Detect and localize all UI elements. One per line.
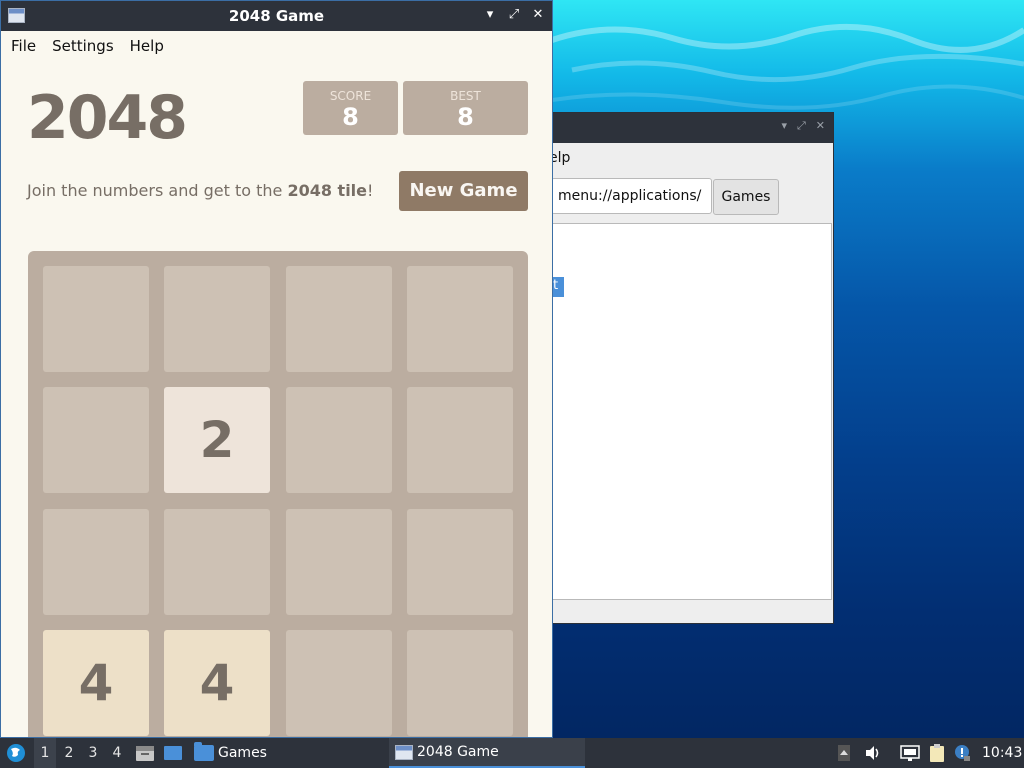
menu-settings[interactable]: Settings [46,37,120,61]
file-manager-titlebar[interactable]: ▾ ⤢ ✕ [541,113,833,143]
tile-empty [407,266,513,372]
intro-suffix: ! [367,181,374,200]
clipboard-icon [930,744,944,762]
clock[interactable]: 10:43 [982,738,1022,768]
workspace-2[interactable]: 2 [58,738,80,768]
network-icon [900,745,920,761]
tile-empty [286,266,392,372]
maximize-icon[interactable]: ⤢ [797,119,806,133]
tile-2: 2 [164,387,270,493]
best-value: 8 [457,103,474,131]
maximize-icon[interactable]: ⤢ [508,7,520,22]
score-label: SCORE [329,89,372,103]
game-intro: Join the numbers and get to the 2048 til… [27,181,373,200]
task-2048-game[interactable]: 2048 Game [389,738,585,768]
location-input[interactable]: menu://applications/ [551,178,712,214]
tile-empty [407,509,513,615]
tile-empty [43,387,149,493]
clipboard-indicator[interactable] [926,738,948,768]
tile-empty [407,630,513,736]
volume-icon [866,746,879,760]
intro-text: Join the numbers and get to the [27,181,288,200]
file-manager-icon [136,746,154,761]
close-icon[interactable]: ✕ [816,119,825,133]
window-icon [395,744,413,760]
wallpaper-waves [552,23,1024,110]
task-label: 2048 Game [417,744,499,760]
minimize-icon[interactable]: ▾ [781,119,787,133]
tile-4: 4 [43,630,149,736]
desktop-icon [164,746,182,760]
new-game-button[interactable]: New Game [399,171,528,211]
tile-4: 4 [164,630,270,736]
tile-empty [164,266,270,372]
start-menu-button[interactable] [4,738,28,768]
score-box: SCORE 8 [303,81,398,135]
best-box: BEST 8 [403,81,528,135]
game-heading: 2048 [27,83,188,153]
file-manager-menubar: elp [541,143,833,173]
tile-empty [164,509,270,615]
file-view[interactable]: t [541,223,832,600]
menu-help[interactable]: Help [124,37,170,61]
game-menubar: File Settings Help [1,31,552,61]
notification-indicator[interactable] [952,738,974,768]
games-folder-launcher[interactable]: Games [194,738,267,768]
close-icon[interactable]: ✕ [532,7,544,22]
network-indicator[interactable] [898,738,922,768]
best-label: BEST [450,89,481,103]
game-board[interactable]: 2 4 4 [28,251,528,737]
score-value: 8 [342,103,359,131]
minimize-icon[interactable]: ▾ [484,7,496,22]
workspace-3[interactable]: 3 [82,738,104,768]
intro-bold: 2048 tile [287,181,368,200]
chevron-up-icon [838,745,850,761]
tile-empty [43,509,149,615]
workspace-4[interactable]: 4 [106,738,128,768]
info-icon [955,745,970,761]
tile-empty [286,387,392,493]
taskbar: 1 2 3 4 Games 2048 Game 10:43 [0,738,1024,768]
file-manager-toolbar: menu://applications/ Games [541,173,833,217]
file-manager-launcher[interactable] [134,738,156,768]
workspace-1[interactable]: 1 [34,738,56,768]
menu-file[interactable]: File [5,37,42,61]
window-title: 2048 Game [228,7,325,25]
show-desktop-launcher[interactable] [162,738,184,768]
volume-control[interactable] [862,738,884,768]
game-window[interactable]: 2048 Game ▾ ⤢ ✕ File Settings Help 2048 … [0,0,553,738]
folder-icon [194,742,214,761]
tile-empty [286,630,392,736]
tile-empty [286,509,392,615]
start-menu-icon [7,744,25,762]
file-manager-window[interactable]: ▾ ⤢ ✕ elp menu://applications/ Games t [540,112,834,624]
game-titlebar[interactable]: 2048 Game ▾ ⤢ ✕ [1,1,552,31]
tile-empty [43,266,149,372]
breadcrumb-games-button[interactable]: Games [713,179,779,215]
games-folder-label: Games [218,745,267,761]
tile-empty [407,387,513,493]
tray-show-hidden[interactable] [836,738,852,768]
